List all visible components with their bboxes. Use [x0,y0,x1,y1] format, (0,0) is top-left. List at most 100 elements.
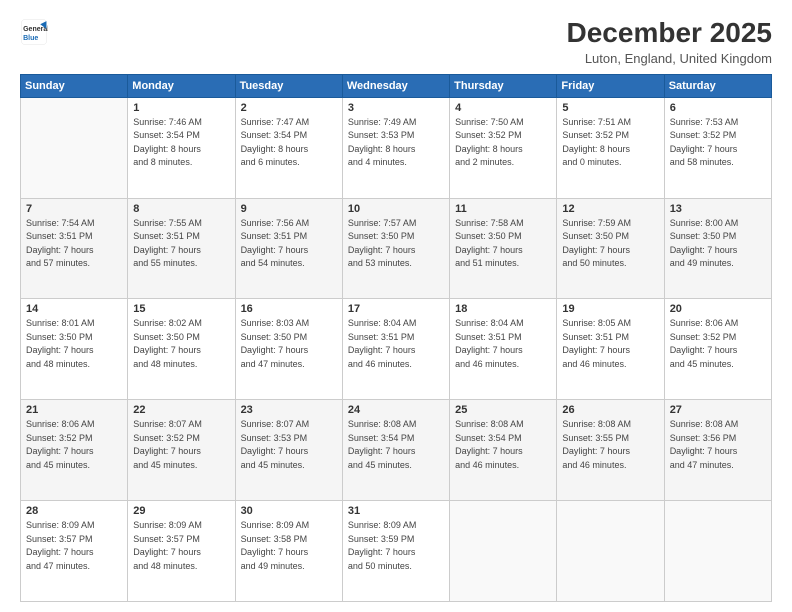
svg-text:Blue: Blue [23,35,38,42]
logo-icon: General Blue [20,18,48,46]
day-info: Sunrise: 7:53 AM Sunset: 3:52 PM Dayligh… [670,116,766,170]
day-info: Sunrise: 8:09 AM Sunset: 3:57 PM Dayligh… [133,519,229,573]
day-number: 10 [348,203,444,215]
day-number: 13 [670,203,766,215]
calendar-header-row: Sunday Monday Tuesday Wednesday Thursday… [21,74,772,97]
day-number: 22 [133,404,229,416]
table-row: 31Sunrise: 8:09 AM Sunset: 3:59 PM Dayli… [342,501,449,602]
day-number: 15 [133,303,229,315]
col-friday: Friday [557,74,664,97]
day-number: 28 [26,505,122,517]
col-monday: Monday [128,74,235,97]
table-row: 14 Sunrise: 8:01 AM Sunset: 3:50 PM Dayli… [21,299,128,400]
day-info: Sunrise: 8:09 AM Sunset: 3:57 PM Dayligh… [26,519,122,573]
title-block: December 2025 Luton, England, United Kin… [567,18,772,66]
table-row: 16 Sunrise: 8:03 AM Sunset: 3:50 PM Dayli… [235,299,342,400]
day-info: Sunrise: 7:58 AM Sunset: 3:50 PM Dayligh… [455,217,551,271]
day-info: Sunrise: 8:09 AM Sunset: 3:58 PM Dayligh… [241,519,337,573]
day-number: 26 [562,404,658,416]
calendar-table: Sunday Monday Tuesday Wednesday Thursday… [20,74,772,602]
day-info: Sunrise: 8:04 AM Sunset: 3:51 PM Dayligh… [455,317,551,371]
day-number: 31 [348,505,444,517]
day-info: Sunrise: 8:01 AM Sunset: 3:50 PM Dayligh… [26,317,122,371]
day-number: 6 [670,102,766,114]
table-row: 30 Sunrise: 8:09 AM Sunset: 3:58 PM Dayli… [235,501,342,602]
day-number: 18 [455,303,551,315]
day-number: 21 [26,404,122,416]
calendar-week-row: 21 Sunrise: 8:06 AM Sunset: 3:52 PM Dayli… [21,400,772,501]
table-row: 8Sunrise: 7:55 AM Sunset: 3:51 PM Daylig… [128,198,235,299]
day-number: 25 [455,404,551,416]
day-number: 30 [241,505,337,517]
table-row: 22 Sunrise: 8:07 AM Sunset: 3:52 PM Dayli… [128,400,235,501]
table-row [450,501,557,602]
day-number: 8 [133,203,229,215]
table-row: 18 Sunrise: 8:04 AM Sunset: 3:51 PM Dayli… [450,299,557,400]
table-row: 28 Sunrise: 8:09 AM Sunset: 3:57 PM Dayli… [21,501,128,602]
table-row: 27 Sunrise: 8:08 AM Sunset: 3:56 PM Dayli… [664,400,771,501]
day-number: 17 [348,303,444,315]
day-number: 11 [455,203,551,215]
table-row: 20 Sunrise: 8:06 AM Sunset: 3:52 PM Dayli… [664,299,771,400]
day-info: Sunrise: 8:08 AM Sunset: 3:56 PM Dayligh… [670,418,766,472]
day-number: 14 [26,303,122,315]
day-number: 4 [455,102,551,114]
day-info: Sunrise: 7:51 AM Sunset: 3:52 PM Dayligh… [562,116,658,170]
table-row [664,501,771,602]
day-info: Sunrise: 8:07 AM Sunset: 3:53 PM Dayligh… [241,418,337,472]
calendar-week-row: 14 Sunrise: 8:01 AM Sunset: 3:50 PM Dayli… [21,299,772,400]
day-number: 7 [26,203,122,215]
col-thursday: Thursday [450,74,557,97]
day-number: 1 [133,102,229,114]
location: Luton, England, United Kingdom [567,51,772,66]
day-number: 27 [670,404,766,416]
col-tuesday: Tuesday [235,74,342,97]
day-info: Sunrise: 7:54 AM Sunset: 3:51 PM Dayligh… [26,217,122,271]
day-info: Sunrise: 8:06 AM Sunset: 3:52 PM Dayligh… [670,317,766,371]
day-info: Sunrise: 7:47 AM Sunset: 3:54 PM Dayligh… [241,116,337,170]
table-row: 1 Sunrise: 7:46 AM Sunset: 3:54 PM Daylig… [128,97,235,198]
day-number: 23 [241,404,337,416]
day-info: Sunrise: 8:06 AM Sunset: 3:52 PM Dayligh… [26,418,122,472]
table-row: 7 Sunrise: 7:54 AM Sunset: 3:51 PM Daylig… [21,198,128,299]
table-row: 25 Sunrise: 8:08 AM Sunset: 3:54 PM Dayli… [450,400,557,501]
day-info: Sunrise: 7:46 AM Sunset: 3:54 PM Dayligh… [133,116,229,170]
day-number: 16 [241,303,337,315]
table-row: 9Sunrise: 7:56 AM Sunset: 3:51 PM Daylig… [235,198,342,299]
table-row [557,501,664,602]
table-row: 13 Sunrise: 8:00 AM Sunset: 3:50 PM Dayli… [664,198,771,299]
table-row: 5 Sunrise: 7:51 AM Sunset: 3:52 PM Daylig… [557,97,664,198]
day-number: 12 [562,203,658,215]
page-header: General Blue December 2025 Luton, Englan… [20,18,772,66]
month-title: December 2025 [567,18,772,49]
table-row: 21 Sunrise: 8:06 AM Sunset: 3:52 PM Dayli… [21,400,128,501]
table-row: 15Sunrise: 8:02 AM Sunset: 3:50 PM Dayli… [128,299,235,400]
table-row: 2 Sunrise: 7:47 AM Sunset: 3:54 PM Daylig… [235,97,342,198]
day-number: 29 [133,505,229,517]
table-row: 11 Sunrise: 7:58 AM Sunset: 3:50 PM Dayli… [450,198,557,299]
day-info: Sunrise: 8:00 AM Sunset: 3:50 PM Dayligh… [670,217,766,271]
day-info: Sunrise: 8:03 AM Sunset: 3:50 PM Dayligh… [241,317,337,371]
table-row: 17 Sunrise: 8:04 AM Sunset: 3:51 PM Dayli… [342,299,449,400]
table-row: 26Sunrise: 8:08 AM Sunset: 3:55 PM Dayli… [557,400,664,501]
day-number: 5 [562,102,658,114]
table-row: 19Sunrise: 8:05 AM Sunset: 3:51 PM Dayli… [557,299,664,400]
day-info: Sunrise: 8:05 AM Sunset: 3:51 PM Dayligh… [562,317,658,371]
day-info: Sunrise: 8:04 AM Sunset: 3:51 PM Dayligh… [348,317,444,371]
page: General Blue December 2025 Luton, Englan… [0,0,792,612]
table-row [21,97,128,198]
table-row: 24Sunrise: 8:08 AM Sunset: 3:54 PM Dayli… [342,400,449,501]
day-info: Sunrise: 8:07 AM Sunset: 3:52 PM Dayligh… [133,418,229,472]
logo: General Blue [20,18,48,46]
day-info: Sunrise: 8:08 AM Sunset: 3:54 PM Dayligh… [348,418,444,472]
day-number: 20 [670,303,766,315]
table-row: 12Sunrise: 7:59 AM Sunset: 3:50 PM Dayli… [557,198,664,299]
col-saturday: Saturday [664,74,771,97]
day-number: 3 [348,102,444,114]
day-info: Sunrise: 8:08 AM Sunset: 3:54 PM Dayligh… [455,418,551,472]
calendar-week-row: 1 Sunrise: 7:46 AM Sunset: 3:54 PM Daylig… [21,97,772,198]
day-info: Sunrise: 7:49 AM Sunset: 3:53 PM Dayligh… [348,116,444,170]
table-row: 10Sunrise: 7:57 AM Sunset: 3:50 PM Dayli… [342,198,449,299]
table-row: 6 Sunrise: 7:53 AM Sunset: 3:52 PM Daylig… [664,97,771,198]
day-number: 2 [241,102,337,114]
